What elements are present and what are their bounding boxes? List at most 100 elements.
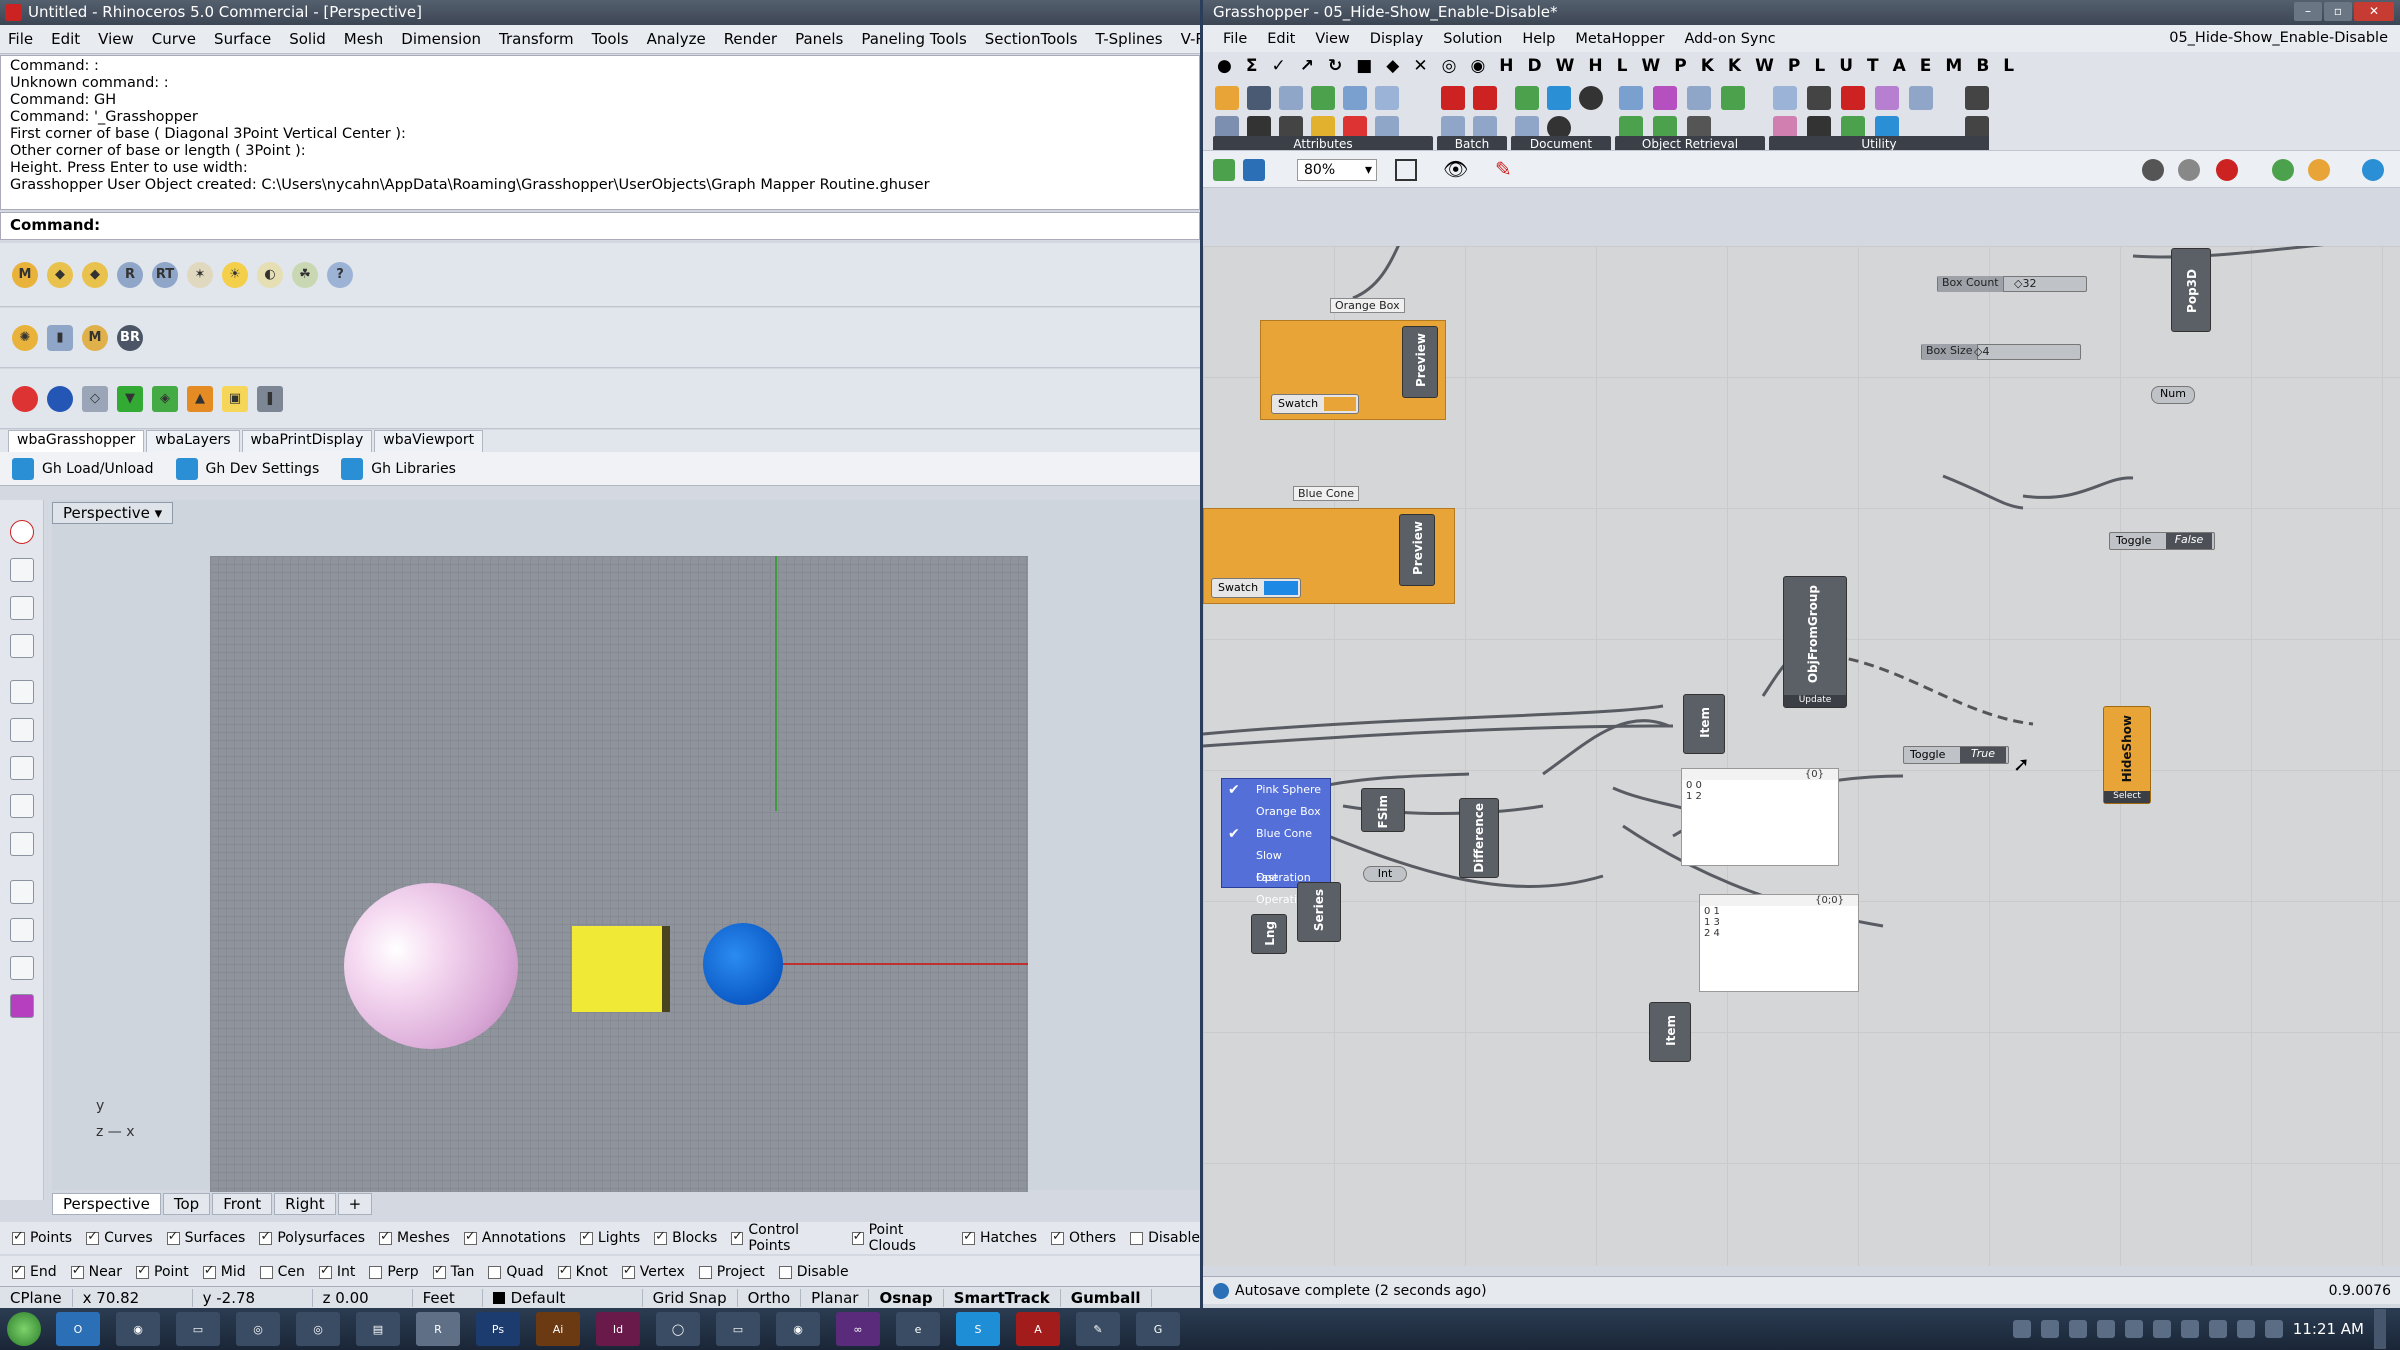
gh-tab[interactable]: K [1701,56,1714,76]
gh-menu-item[interactable]: Edit [1267,31,1295,47]
rhino-menu-item[interactable]: Surface [214,30,271,48]
show-desktop-button[interactable] [2374,1309,2386,1349]
preview-component[interactable]: Preview [1399,514,1435,586]
box-count-slider[interactable]: Box Count ◇32 [1937,276,2087,292]
close-button[interactable]: ✕ [2354,2,2394,21]
explorer-icon[interactable]: ▭ [176,1312,220,1346]
tray-icon[interactable] [2180,1320,2199,1338]
polyline-icon[interactable] [10,634,34,658]
gh-tab-icon[interactable]: ↗ [1300,56,1314,76]
rhino-menu-item[interactable]: Edit [51,30,80,48]
filter-checkbox[interactable]: Annotations [463,1229,566,1246]
filter-checkbox[interactable]: Near [70,1263,122,1280]
toolbar-tab[interactable]: wbaLayers [146,430,240,452]
fsim-component[interactable]: FSim [1361,788,1405,832]
blue-cone-group-label[interactable]: Blue Cone [1293,486,1359,501]
open-file-icon[interactable] [1213,159,1235,181]
environment-icon[interactable]: ☘ [292,261,318,288]
visual-studio-icon[interactable]: ∞ [836,1312,880,1346]
clock[interactable]: 11:21 AM [2293,1320,2364,1338]
toggle-true[interactable]: Toggle True [1903,746,2009,764]
orange-box[interactable] [572,926,662,1012]
ortho-toggle[interactable]: Ortho [738,1288,802,1307]
component-icon[interactable] [1547,86,1571,110]
filter-checkbox[interactable]: Others [1051,1229,1116,1246]
filter-checkbox[interactable]: Quad [488,1264,544,1280]
component-icon[interactable] [1247,86,1271,110]
grid-snap-toggle[interactable]: Grid Snap [643,1288,738,1307]
realtime-icon[interactable]: RT [152,261,178,288]
filter-checkbox[interactable]: Points [12,1229,72,1246]
panel-output-1[interactable]: {0} 0 0 1 2 [1681,768,1839,866]
wireframe-icon[interactable] [2178,159,2200,181]
batch-render-icon[interactable]: BR [117,324,143,351]
gh-tab-icon[interactable]: ◎ [1442,56,1457,76]
gh-libraries-button[interactable]: Gh Libraries [341,457,456,480]
swatch-orange[interactable]: Swatch [1271,394,1359,414]
rhino-menu-item[interactable]: Mesh [344,30,384,48]
rhino-menu-item[interactable]: Dimension [401,30,481,48]
difference-component[interactable]: Difference [1459,798,1499,878]
rhino-menu-item[interactable]: File [8,30,33,48]
gh-tab[interactable]: M [1945,56,1962,76]
filter-checkbox[interactable]: Lights [579,1229,640,1246]
filter-checkbox[interactable]: Int [318,1263,355,1280]
firefox-icon[interactable]: ◉ [116,1312,160,1346]
box-size-slider[interactable]: Box Size ◇4 [1921,344,2081,360]
filter-checkbox[interactable]: Meshes [379,1229,450,1246]
gh-tab[interactable]: B [1976,56,1989,76]
component-icon[interactable] [1653,86,1677,110]
line-icon[interactable] [10,680,34,704]
plugin-icon[interactable] [10,994,34,1018]
tray-icon[interactable] [2012,1320,2031,1338]
tray-icon[interactable] [2124,1320,2143,1338]
component-icon[interactable] [1619,86,1643,110]
planar-toggle[interactable]: Planar [801,1288,870,1307]
osnap-toggle[interactable]: Osnap [869,1288,944,1307]
skype-icon[interactable]: S [956,1312,1000,1346]
mesh-settings-icon[interactable] [2362,159,2384,181]
rhino-menu-item[interactable]: View [98,30,134,48]
gh-tab[interactable]: T [1867,56,1879,76]
units-status[interactable]: Feet [413,1288,483,1307]
gh-tab[interactable]: L [1617,56,1628,76]
rhino-menu-item[interactable]: Render [724,30,777,48]
gh-menu-item[interactable]: Help [1522,31,1555,47]
viewport[interactable]: Perspective ▾ y z — x [52,500,1200,1192]
filter-checkbox[interactable]: Control Points [731,1222,837,1254]
acrobat-icon[interactable]: A [1016,1312,1060,1346]
window-icon[interactable]: ▭ [716,1312,760,1346]
box-icon[interactable]: ◇ [82,385,108,412]
filter-checkbox[interactable]: Knot [557,1263,608,1280]
lng-component[interactable]: Lng [1251,914,1287,954]
tray-icon[interactable] [2208,1320,2227,1338]
gh-tab[interactable]: W [1556,56,1575,76]
gh-tab-icon[interactable]: ● [1217,56,1232,76]
material-icon[interactable]: M [12,261,38,288]
gh-menu-item[interactable]: View [1315,31,1349,47]
bottle-icon[interactable]: ▮ [47,324,73,351]
component-icon[interactable] [1279,86,1303,110]
int-param[interactable]: Int [1363,866,1407,882]
component-icon[interactable] [1721,86,1745,110]
minimize-button[interactable]: – [2294,2,2322,21]
value-list-item[interactable]: Orange Box [1222,801,1330,823]
chrome-canary-icon[interactable]: ◎ [296,1312,340,1346]
tray-icon[interactable] [2068,1320,2087,1338]
gh-dev-settings-button[interactable]: Gh Dev Settings [175,457,319,480]
selected-preview-icon[interactable] [2272,159,2294,181]
help-icon[interactable]: ? [327,261,353,288]
view-tab[interactable]: Top [162,1193,211,1215]
shaded-icon[interactable] [2216,159,2238,181]
chrome-icon[interactable]: ◎ [236,1312,280,1346]
app-icon[interactable]: ▤ [356,1312,400,1346]
texture-icon[interactable]: ◆ [47,261,73,288]
gh-tab[interactable]: E [1920,56,1932,76]
filter-checkbox[interactable]: Curves [86,1229,153,1246]
notes-icon[interactable]: ✎ [1076,1312,1120,1346]
stop-icon[interactable] [10,520,34,544]
gh-tab-icon[interactable]: ✕ [1413,56,1427,76]
rhino-menu-item[interactable]: Analyze [647,30,706,48]
num-param[interactable]: Num [2151,386,2195,404]
gh-tab[interactable]: W [1755,56,1774,76]
